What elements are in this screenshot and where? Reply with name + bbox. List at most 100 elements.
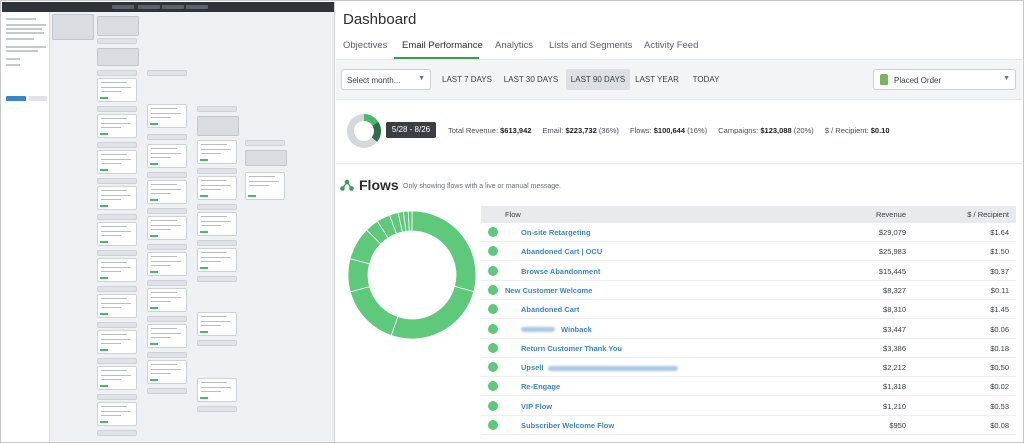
flow-delay[interactable] [147,70,187,76]
flow-delay[interactable] [97,358,137,364]
flow-name-link[interactable]: Browse Abandonment [521,267,600,276]
flows-title: Flows [359,177,399,193]
flow-email-node[interactable] [197,176,237,200]
flow-delay[interactable] [97,394,137,400]
flow-email-node[interactable] [147,360,187,384]
flow-name-link[interactable]: On-site Retargeting [521,228,591,237]
flow-email-node[interactable] [147,144,187,168]
flow-email-node[interactable] [147,288,187,312]
flow-delay[interactable] [245,140,285,146]
flow-delay[interactable] [197,406,237,412]
col-per-recipient[interactable]: $ / Recipient [967,210,1009,219]
flow-split[interactable] [97,48,139,66]
chevron-down-icon: ▼ [418,75,425,82]
chevron-down-icon: ▼ [1003,75,1010,82]
flow-email-node[interactable] [147,180,187,204]
toolbar-control[interactable] [162,5,184,9]
flow-delay[interactable] [97,250,137,256]
flow-delay[interactable] [97,430,137,436]
flow-email-node[interactable] [147,324,187,348]
flow-delay[interactable] [197,168,237,174]
flow-email-node[interactable] [97,186,137,210]
flow-delay[interactable] [197,276,237,282]
flow-name-text: New Customer Welcome [505,285,593,295]
table-row: Re-Engage $1,318 $0.02 [481,377,1016,397]
sidebar-cancel-button[interactable] [29,96,47,101]
flow-delay[interactable] [97,286,137,292]
flow-delay[interactable] [197,240,237,246]
flow-split[interactable] [245,150,287,166]
tab-analytics[interactable]: Analytics [495,40,533,51]
flow-delay[interactable] [197,204,237,210]
flow-email-node[interactable] [245,172,285,200]
flow-delay[interactable] [147,172,187,178]
flow-delay[interactable] [97,178,137,184]
range-last-7-days-button[interactable]: LAST 7 DAYS [439,69,495,90]
flow-email-node[interactable] [97,366,137,390]
range-last-30-days-button[interactable]: LAST 30 DAYS [501,69,561,90]
col-revenue[interactable]: Revenue [876,210,906,219]
tab-activity-feed[interactable]: Activity Feed [644,40,698,51]
flow-per-recipient: $0.18 [990,343,1009,353]
flow-delay[interactable] [97,214,137,220]
flow-email-node[interactable] [147,252,187,276]
flow-email-node[interactable] [97,294,137,318]
flow-delay[interactable] [147,316,187,322]
flow-trigger[interactable] [97,16,139,36]
toolbar-control[interactable] [186,5,208,9]
col-flow[interactable]: Flow [505,210,521,219]
tab-lists-and-segments[interactable]: Lists and Segments [549,40,632,51]
toolbar-control[interactable] [138,5,160,9]
flow-email-node[interactable] [147,216,187,240]
flow-email-node[interactable] [97,258,137,282]
flow-delay[interactable] [147,388,187,394]
flow-email-node[interactable] [97,330,137,354]
flow-email-node[interactable] [97,402,137,426]
tab-objectives[interactable]: Objectives [343,40,387,51]
flow-email-node[interactable] [197,312,237,336]
flow-per-recipient: $1.45 [990,305,1009,315]
flow-name-link[interactable]: Subscriber Welcome Flow [521,421,614,430]
flow-name-link[interactable]: New Customer Welcome [505,286,592,295]
flow-name-link[interactable]: Abandoned Cart [521,305,579,314]
flow-delay[interactable] [147,134,187,140]
flow-delay[interactable] [97,38,137,44]
flow-delay[interactable] [97,142,137,148]
range-last-year-button[interactable]: LAST YEAR [634,69,680,90]
flow-delay[interactable] [197,106,237,112]
flow-delay[interactable] [147,352,187,358]
flow-name-link[interactable]: Abandoned Cart | OCU [521,247,602,256]
flow-email-node[interactable] [147,104,187,128]
flows-subtitle: Only showing flows with a live or manual… [403,183,561,190]
status-dot-icon [488,420,498,430]
flow-delay[interactable] [147,244,187,250]
flow-delay[interactable] [97,70,137,76]
flow-email-node[interactable] [197,248,237,272]
flow-email-node[interactable] [197,140,237,164]
toolbar-control[interactable] [112,5,134,9]
flow-email-node[interactable] [97,222,137,246]
range-today-button[interactable]: TODAY [688,69,724,90]
flow-name-link[interactable]: VIP Flow [521,402,552,411]
flow-email-node[interactable] [97,78,137,102]
flow-name-link[interactable]: Return Customer Thank You [521,344,622,353]
flow-email-node[interactable] [197,378,237,402]
flow-delay[interactable] [97,322,137,328]
flow-delay[interactable] [147,280,187,286]
table-row: Abandoned Cart | OCU $25,983 $1.50 [481,242,1016,262]
flow-name-link[interactable]: Upsell [521,363,678,372]
flow-email-node[interactable] [97,150,137,174]
month-select[interactable]: Select month... ▼ [341,69,431,90]
flow-name-link[interactable]: Re-Engage [521,382,560,391]
range-last-90-days-button[interactable]: LAST 90 DAYS [566,69,630,90]
flow-email-node[interactable] [97,114,137,138]
flow-split[interactable] [197,116,239,136]
metric-select[interactable]: Placed Order ▼ [873,69,1016,90]
flow-email-node[interactable] [197,212,237,236]
flow-delay[interactable] [97,106,137,112]
flow-name-link[interactable]: Winback [521,325,592,334]
flow-delay[interactable] [147,208,187,214]
tab-email-performance[interactable]: Email Performance [402,40,483,51]
flow-delay[interactable] [197,340,237,346]
sidebar-save-button[interactable] [6,96,26,101]
